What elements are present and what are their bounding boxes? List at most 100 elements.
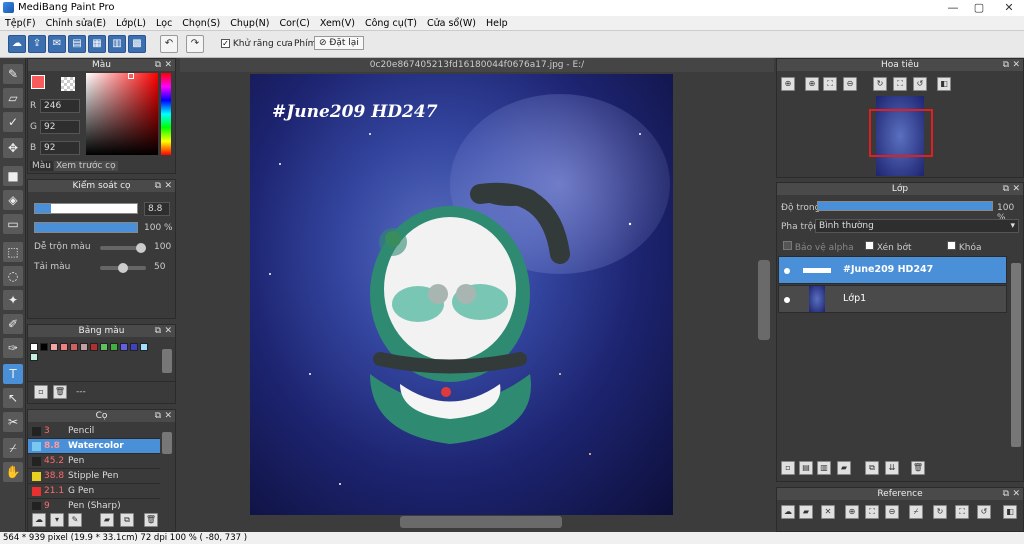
comment-icon[interactable]: ✉ <box>48 35 66 53</box>
antialias-toggle[interactable]: ✓ Khử răng cưa <box>221 39 293 49</box>
document-icon[interactable]: ▤ <box>68 35 86 53</box>
add-palette-icon[interactable]: ▫ <box>34 385 48 399</box>
blur-tool-icon[interactable]: ✓ <box>3 112 23 132</box>
select-eraser-icon[interactable]: ✑ <box>3 338 23 358</box>
menu-layer[interactable]: Lớp(L) <box>111 18 151 29</box>
tiles-icon[interactable]: ▩ <box>128 35 146 53</box>
menu-file[interactable]: Tệp(F) <box>0 18 41 29</box>
reference-zoom-in-icon[interactable]: ⊕ <box>845 505 859 519</box>
minimize-icon[interactable]: — <box>940 0 966 16</box>
panel-close-icon[interactable]: ✕ <box>1012 183 1020 195</box>
menu-snap[interactable]: Chụp(N) <box>225 18 274 29</box>
operation-tool-icon[interactable]: ↖ <box>3 388 23 408</box>
duplicate-layer-icon[interactable]: ⧉ <box>865 461 879 475</box>
add-brush-cloud-icon[interactable]: ☁ <box>32 513 46 527</box>
panel-close-icon[interactable]: ✕ <box>164 410 172 422</box>
menu-tools[interactable]: Công cụ(T) <box>360 18 422 29</box>
menu-view[interactable]: Xem(V) <box>315 18 360 29</box>
add-brush-icon[interactable]: ▾ <box>50 513 64 527</box>
menu-window[interactable]: Cửa sổ(W) <box>422 18 481 29</box>
reference-fit-icon[interactable]: ⛶ <box>865 505 879 519</box>
brush-item[interactable]: 3 Pencil <box>28 424 160 439</box>
palette-swatch[interactable] <box>70 343 78 351</box>
palette-swatch[interactable] <box>140 343 148 351</box>
delete-brush-icon[interactable]: 🗑 <box>144 513 158 527</box>
palette-swatch[interactable] <box>130 343 138 351</box>
upload-icon[interactable]: ⇪ <box>28 35 46 53</box>
brush-item[interactable]: 8.8 Watercolor <box>28 439 160 454</box>
brush-item[interactable]: 45.2 Pen <box>28 454 160 469</box>
text-tool-icon[interactable]: T <box>3 364 23 384</box>
reference-fit-screen-icon[interactable]: ⛶ <box>955 505 969 519</box>
maximize-icon[interactable]: ▢ <box>966 0 992 16</box>
brush-scrollbar[interactable] <box>162 432 172 454</box>
new-layer-icon[interactable]: ▫ <box>781 461 795 475</box>
move-tool-icon[interactable]: ✥ <box>3 138 23 158</box>
close-icon[interactable]: ✕ <box>994 0 1024 16</box>
reference-reset-icon[interactable]: ↺ <box>977 505 991 519</box>
duplicate-brush-icon[interactable]: ⧉ <box>120 513 134 527</box>
color-picker-square[interactable] <box>86 73 158 155</box>
redo-icon[interactable]: ↷ <box>186 35 204 53</box>
gradient-tool-icon[interactable]: ▭ <box>3 214 23 234</box>
brush-opacity-slider[interactable] <box>34 222 138 233</box>
rotate-icon[interactable]: ↻ <box>873 77 887 91</box>
select-rect-icon[interactable]: ⬚ <box>3 242 23 262</box>
palette-swatch[interactable] <box>100 343 108 351</box>
document-tab[interactable]: 0c20e867405213fd16180044f0676a17.jpg - E… <box>180 58 774 72</box>
menu-edit[interactable]: Chỉnh sửa(E) <box>41 18 112 29</box>
lock-checkbox[interactable] <box>947 241 956 250</box>
layer-blend-select[interactable]: Bình thường ▾ <box>815 219 1019 233</box>
clip-toggle[interactable]: Xén bớt <box>865 241 912 253</box>
reference-open-icon[interactable]: ▰ <box>799 505 813 519</box>
brush-size-slider[interactable] <box>34 203 138 214</box>
visibility-icon[interactable] <box>784 268 790 274</box>
zoom-out-icon[interactable]: ⊖ <box>843 77 857 91</box>
panel-close-icon[interactable]: ✕ <box>164 325 172 337</box>
popout-icon[interactable]: ⧉ <box>155 325 161 337</box>
popout-icon[interactable]: ⧉ <box>1003 59 1009 71</box>
transparent-color-swatch[interactable] <box>61 77 75 91</box>
reset-rotation-icon[interactable]: ↺ <box>913 77 927 91</box>
panel-close-icon[interactable]: ✕ <box>164 180 172 192</box>
blend-slider-knob[interactable] <box>136 243 146 253</box>
flip-icon[interactable]: ◧ <box>937 77 951 91</box>
brush-item[interactable]: 9 Pen (Sharp) <box>28 499 160 510</box>
fit-icon[interactable]: ⛶ <box>823 77 837 91</box>
divide-tool-icon[interactable]: ✂ <box>3 412 23 432</box>
lock-toggle[interactable]: Khóa <box>947 241 982 253</box>
menu-color[interactable]: Cor(C) <box>274 18 314 29</box>
brush-item[interactable]: 21.1 G Pen <box>28 484 160 499</box>
panel-close-icon[interactable]: ✕ <box>1012 488 1020 500</box>
hue-slider[interactable] <box>161 73 171 155</box>
brush-item[interactable]: 38.8 Stipple Pen <box>28 469 160 484</box>
layer-scrollbar[interactable] <box>1011 263 1021 447</box>
palette-scrollbar[interactable] <box>162 349 172 373</box>
load-slider[interactable] <box>100 263 146 273</box>
layer-row-base[interactable]: Lớp1 <box>778 285 1007 313</box>
palette-swatch[interactable] <box>80 343 88 351</box>
canvas-horizontal-scrollbar[interactable] <box>400 516 562 528</box>
palette-swatch[interactable] <box>60 343 68 351</box>
palette-swatch[interactable] <box>50 343 58 351</box>
popout-icon[interactable]: ⧉ <box>1003 488 1009 500</box>
popout-icon[interactable]: ⧉ <box>155 410 161 422</box>
visibility-icon[interactable] <box>784 297 790 303</box>
palette-swatch[interactable] <box>120 343 128 351</box>
palette-swatch[interactable] <box>110 343 118 351</box>
cloud-icon[interactable]: ☁ <box>8 35 26 53</box>
protect-alpha-checkbox[interactable] <box>783 241 792 250</box>
zoom-in-icon[interactable]: ⊕ <box>805 77 819 91</box>
page-icon[interactable]: ▦ <box>88 35 106 53</box>
palette-swatch[interactable] <box>40 343 48 351</box>
palette-swatch[interactable] <box>30 353 38 361</box>
popout-icon[interactable]: ⧉ <box>155 180 161 192</box>
protect-alpha-toggle[interactable]: Bảo vệ alpha <box>783 241 854 253</box>
reference-flip-icon[interactable]: ◧ <box>1003 505 1017 519</box>
artwork-canvas[interactable]: #June209 HD247 <box>250 74 673 515</box>
select-pen-icon[interactable]: ✐ <box>3 314 23 334</box>
magic-wand-icon[interactable]: ✦ <box>3 290 23 310</box>
brush-settings-icon[interactable]: ✎ <box>68 513 82 527</box>
reference-zoom-out-icon[interactable]: ⊖ <box>885 505 899 519</box>
panel-close-icon[interactable]: ✕ <box>164 59 172 71</box>
